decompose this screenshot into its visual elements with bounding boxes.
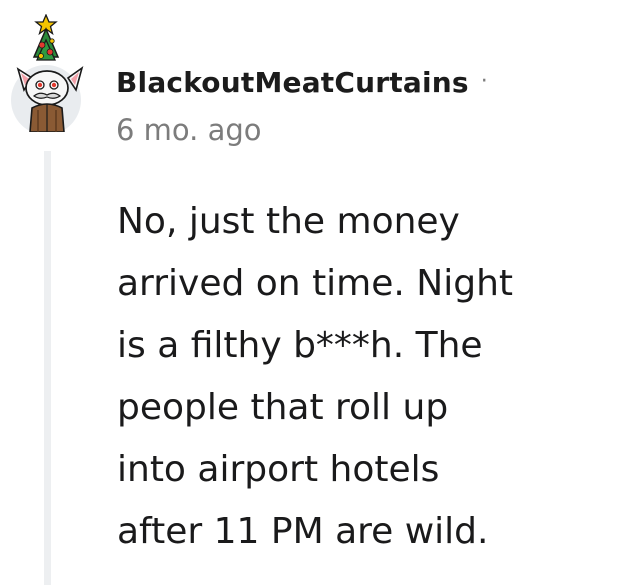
comment-body-line: after 11 PM are wild. [117,511,489,552]
comment-header: BlackoutMeatCurtains · [116,66,488,99]
comment-body-line: people that roll up [117,387,449,428]
meta-separator: · [480,69,488,94]
comment: BlackoutMeatCurtains · 6 mo. ago No, jus… [0,0,627,585]
comment-body-line: into airport hotels [117,449,440,490]
comment-body-line: arrived on time. Night [117,263,513,304]
comment-body-line: is a filthy b***h. The [117,325,483,366]
thread-collapse-line[interactable] [44,151,51,585]
avatar[interactable] [10,14,92,132]
comment-body: No, just the money arrived on time. Nigh… [117,191,607,563]
author-username[interactable]: BlackoutMeatCurtains [116,66,469,99]
comment-body-line: No, just the money [117,201,460,242]
snoo-avatar-with-christmas-tree-hat-icon [11,14,84,132]
comment-timestamp[interactable]: 6 mo. ago [116,113,262,147]
